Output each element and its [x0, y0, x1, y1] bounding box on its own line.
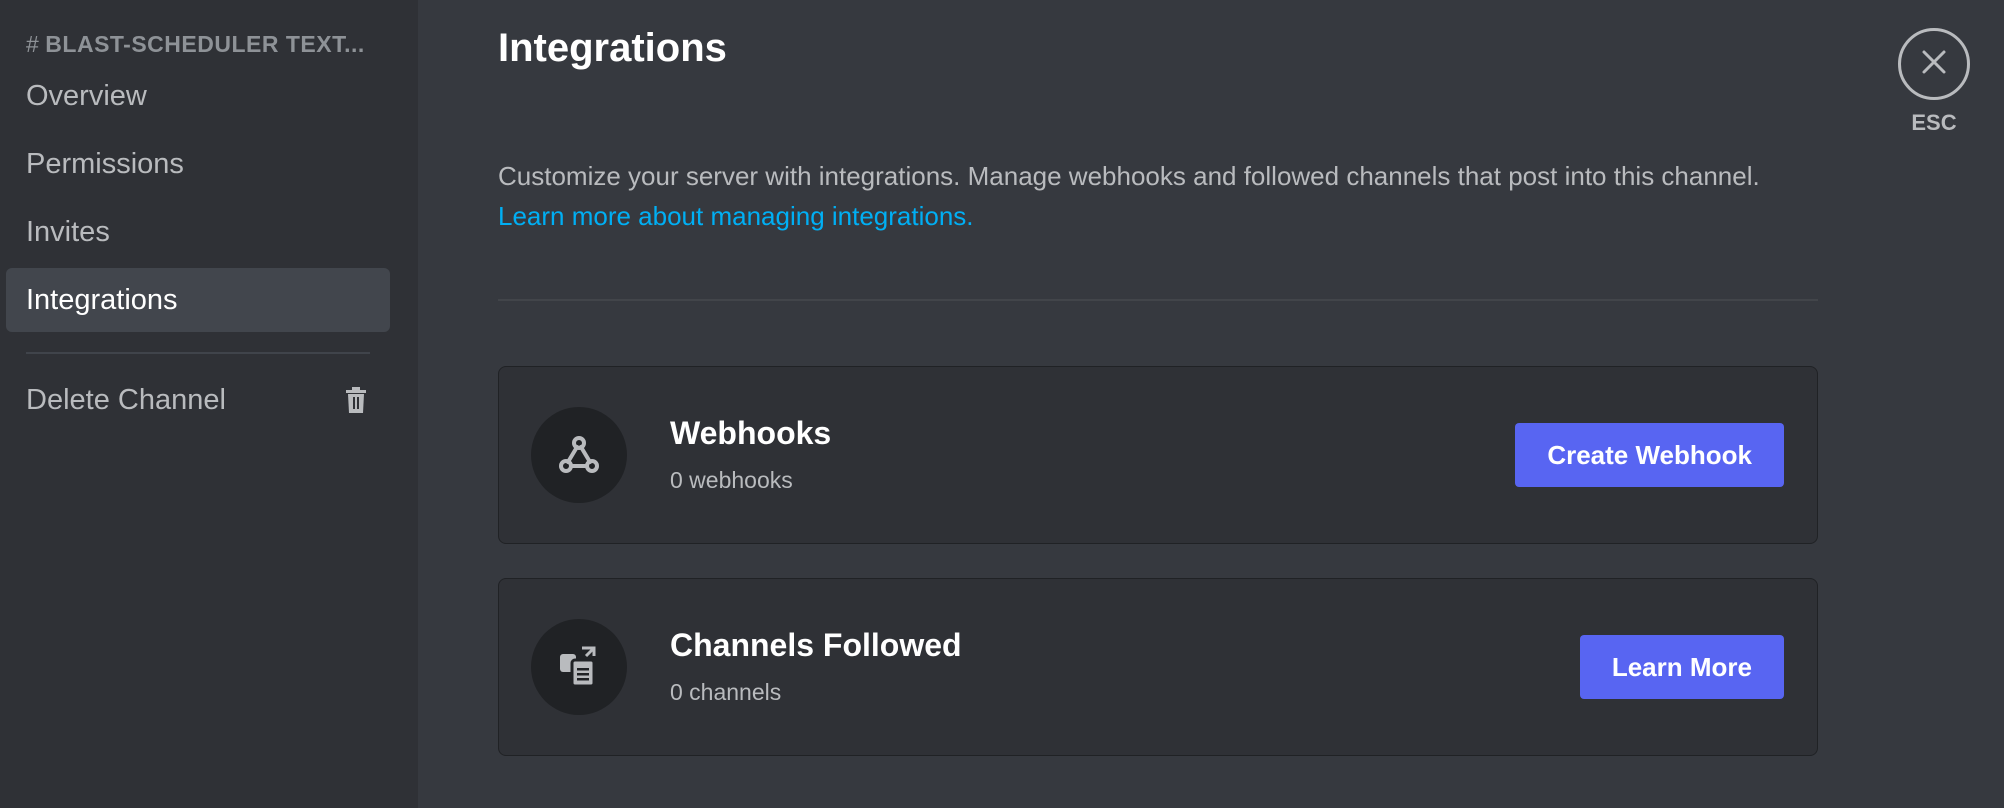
- settings-window: # BLAST-SCHEDULER TEXT... Overview Permis…: [0, 0, 2004, 808]
- learn-more-link[interactable]: Learn more about managing integrations.: [498, 196, 974, 236]
- create-webhook-button[interactable]: Create Webhook: [1515, 423, 1784, 487]
- channels-followed-count: 0 channels: [670, 679, 782, 705]
- channels-followed-title: Channels Followed: [670, 627, 962, 663]
- section-divider: [498, 299, 1818, 301]
- webhooks-card: Webhooks 0 webhooks Create Webhook: [498, 366, 1818, 544]
- sidebar-item-label: Overview: [26, 79, 147, 112]
- webhooks-count: 0 webhooks: [670, 467, 793, 493]
- page-title: Integrations: [498, 26, 727, 70]
- esc-label: ESC: [1911, 110, 1957, 135]
- channel-name-header: # BLAST-SCHEDULER TEXT...: [6, 26, 390, 62]
- settings-sidebar: # BLAST-SCHEDULER TEXT... Overview Permis…: [0, 0, 418, 808]
- sidebar-item-permissions[interactable]: Permissions: [6, 132, 390, 196]
- channel-name: BLAST-SCHEDULER TEXT...: [45, 31, 365, 57]
- close-button[interactable]: [1898, 28, 1970, 100]
- channel-hash-icon: #: [26, 31, 40, 57]
- sidebar-item-label: Invites: [26, 215, 110, 248]
- channels-followed-card: Channels Followed 0 channels Learn More: [498, 578, 1818, 756]
- sidebar-item-overview[interactable]: Overview: [6, 64, 390, 128]
- description-text: Customize your server with integrations.…: [498, 161, 1760, 191]
- channels-followed-icon: [531, 619, 627, 715]
- sidebar-item-label: Permissions: [26, 147, 184, 180]
- sidebar-item-delete-channel[interactable]: Delete Channel: [6, 368, 390, 432]
- main-content: Integrations Customize your server with …: [418, 0, 2004, 808]
- trash-icon: [342, 386, 370, 414]
- sidebar-separator: [26, 352, 370, 354]
- sidebar-item-label: Delete Channel: [26, 383, 226, 416]
- close-icon: [1920, 48, 1948, 81]
- sidebar-item-integrations[interactable]: Integrations: [6, 268, 390, 332]
- webhooks-title: Webhooks: [670, 415, 832, 451]
- sidebar-item-invites[interactable]: Invites: [6, 200, 390, 264]
- learn-more-button[interactable]: Learn More: [1579, 635, 1784, 699]
- webhook-icon: [531, 407, 627, 503]
- close-control: ESC: [1898, 28, 1970, 136]
- integrations-description: Customize your server with integrations.…: [498, 156, 1858, 236]
- sidebar-item-label: Integrations: [26, 283, 178, 316]
